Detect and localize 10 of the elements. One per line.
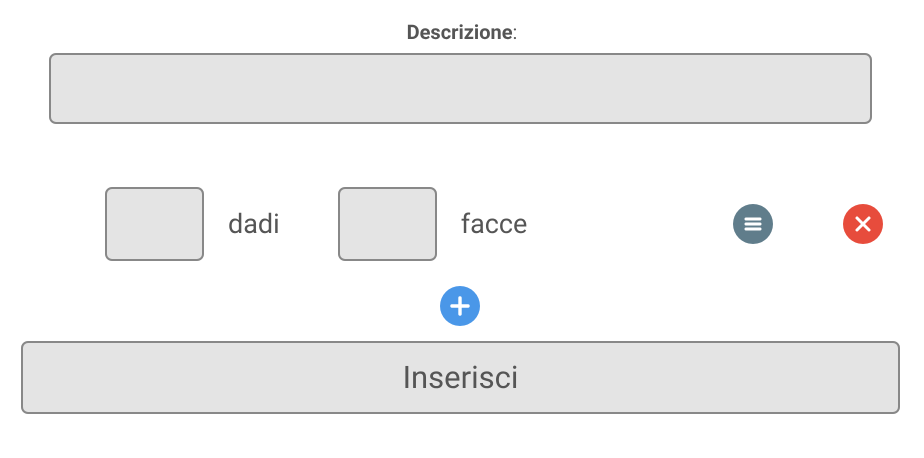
number-field[interactable] bbox=[105, 187, 204, 261]
description-label: Descrizione: bbox=[406, 20, 518, 45]
number-field[interactable] bbox=[338, 187, 437, 261]
submit-button[interactable]: Inserisci bbox=[21, 341, 900, 414]
description-field[interactable] bbox=[49, 53, 872, 124]
close-icon[interactable] bbox=[843, 204, 884, 244]
unit-label: dadi bbox=[228, 208, 280, 240]
unit-label: facce bbox=[460, 208, 528, 240]
menu-icon[interactable] bbox=[733, 204, 774, 244]
add-icon[interactable] bbox=[440, 286, 480, 326]
